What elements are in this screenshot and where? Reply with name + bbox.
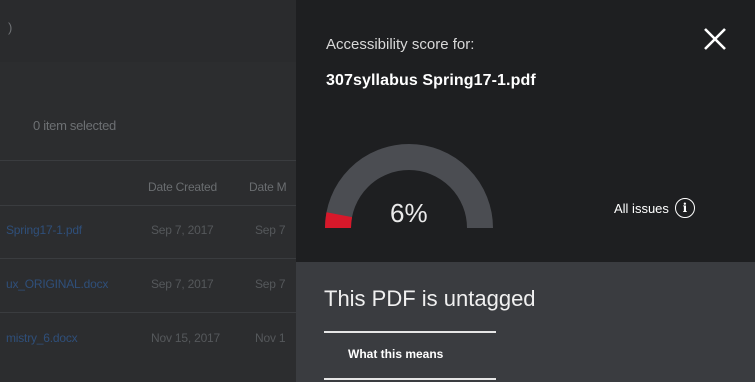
selection-count: 0 item selected xyxy=(33,118,116,133)
date-created: Nov 15, 2017 xyxy=(151,331,220,345)
file-name: 307syllabus Spring17-1.pdf xyxy=(326,72,536,89)
status-section xyxy=(296,262,755,382)
divider xyxy=(0,160,296,161)
date-modified: Sep 7 xyxy=(255,223,286,237)
divider-line xyxy=(324,331,496,333)
column-header-date-modified[interactable]: Date M xyxy=(249,180,287,194)
divider xyxy=(0,312,296,313)
column-header-date-created[interactable]: Date Created xyxy=(148,180,217,194)
all-issues-button[interactable]: All issues i xyxy=(614,198,695,218)
divider xyxy=(0,258,296,259)
info-icon: i xyxy=(674,198,695,218)
accessibility-score-panel: Accessibility score for: 307syllabus Spr… xyxy=(296,0,755,382)
close-icon xyxy=(704,28,726,50)
breadcrumb: ) xyxy=(8,20,13,35)
table-row[interactable]: mistry_6.docx Nov 15, 2017 Nov 1 xyxy=(0,316,296,364)
date-modified: Nov 1 xyxy=(255,331,286,345)
date-modified: Sep 7 xyxy=(255,277,286,291)
close-button[interactable] xyxy=(700,24,730,54)
date-created: Sep 7, 2017 xyxy=(151,223,214,237)
score-percent: 6% xyxy=(390,198,428,228)
file-name-link[interactable]: Spring17-1.pdf xyxy=(6,223,82,237)
file-name-link[interactable]: mistry_6.docx xyxy=(6,331,78,345)
score-label: Accessibility score for: xyxy=(326,36,475,53)
file-name-link[interactable]: ux_ORIGINAL.docx xyxy=(6,277,108,291)
score-section: Accessibility score for: 307syllabus Spr… xyxy=(296,0,755,262)
file-list-background: ) 0 item selected Date Created Date M Sp… xyxy=(0,0,296,382)
divider-line xyxy=(324,378,496,380)
date-created: Sep 7, 2017 xyxy=(151,277,214,291)
top-bar: ) xyxy=(0,0,296,62)
gauge-fill xyxy=(325,212,353,229)
status-message: This PDF is untagged xyxy=(324,286,536,311)
what-this-means-link[interactable]: What this means xyxy=(348,347,443,361)
table-row[interactable]: Spring17-1.pdf Sep 7, 2017 Sep 7 xyxy=(0,208,296,256)
divider xyxy=(0,205,296,206)
table-row[interactable]: ux_ORIGINAL.docx Sep 7, 2017 Sep 7 xyxy=(0,262,296,310)
all-issues-label: All issues xyxy=(614,200,669,216)
